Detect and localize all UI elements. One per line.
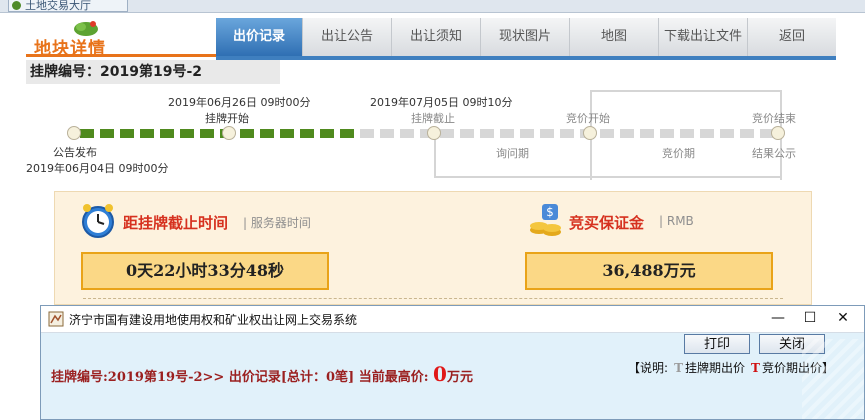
bid-end-label: 竞价结束 <box>752 112 796 125</box>
progress-segment <box>620 129 634 138</box>
progress-segment <box>500 129 514 138</box>
bid-start-label: 竞价开始 <box>566 112 610 125</box>
progress-segment <box>120 129 134 138</box>
inquiry-period-label: 询问期 <box>496 147 529 160</box>
progress-segment <box>180 129 194 138</box>
timeline: 2019年06月26日 09时00分 挂牌开始 2019年07月05日 09时1… <box>0 88 865 188</box>
window-title: 济宁市国有建设用地使用权和矿业权出让网上交易系统 <box>69 313 358 327</box>
listing-end-datetime: 2019年07月05日 09时10分 <box>370 96 513 109</box>
deposit-subtitle: | RMB <box>659 214 694 228</box>
progress-segment <box>460 129 474 138</box>
progress-segment <box>380 129 394 138</box>
progress-segment <box>260 129 274 138</box>
window-titlebar[interactable]: 济宁市国有建设用地使用权和矿业权出让网上交易系统 — ☐ ✕ <box>41 306 864 333</box>
milestone-announce <box>67 126 81 140</box>
progress-segment <box>80 129 94 138</box>
tab-back[interactable]: 返回 <box>748 18 836 56</box>
tab-download-files[interactable]: 下载出让文件 <box>659 18 748 56</box>
maximize-icon[interactable]: ☐ <box>799 308 821 328</box>
print-button[interactable]: 打印 <box>684 334 750 354</box>
bidding-period-label: 竞价期 <box>662 147 695 160</box>
progress-segment <box>320 129 334 138</box>
tab-transfer-announcement[interactable]: 出让公告 <box>303 18 392 56</box>
countdown-value: 0天22小时33分48秒 <box>81 252 329 290</box>
panel-divider <box>83 298 783 299</box>
listing-number: 挂牌编号：2019第19号-2 <box>26 60 280 84</box>
announce-datetime: 2019年06月04日 09时00分 <box>26 162 169 175</box>
progress-segment <box>480 129 494 138</box>
tab-map[interactable]: 地图 <box>570 18 659 56</box>
progress-segment <box>640 129 654 138</box>
bid-records-window: 济宁市国有建设用地使用权和矿业权出让网上交易系统 — ☐ ✕ 打印 关闭 挂牌编… <box>40 305 865 420</box>
progress-segment <box>360 129 374 138</box>
tab-transfer-notice[interactable]: 出让须知 <box>392 18 481 56</box>
milestone-listing-start <box>222 126 236 140</box>
listing-start-datetime: 2019年06月26日 09时00分 <box>168 96 311 109</box>
progress-segment <box>300 129 314 138</box>
browser-tab[interactable]: 土地交易大厅 <box>8 0 128 12</box>
progress-segment <box>100 129 114 138</box>
progress-segment <box>200 129 214 138</box>
minimize-icon[interactable]: — <box>767 308 789 328</box>
progress-segment <box>540 129 554 138</box>
bid-records-summary: 挂牌编号:2019第19号-2>> 出价记录[总计：0笔] 当前最高价: <box>51 370 434 385</box>
legend-listing-bid: 挂牌期出价 <box>685 361 746 375</box>
browser-tab-label: 土地交易大厅 <box>25 0 91 12</box>
window-app-icon <box>48 311 64 327</box>
progress-segment <box>280 129 294 138</box>
inquiry-bracket <box>434 134 782 178</box>
result-notice-label: 结果公示 <box>752 147 796 160</box>
progress-segment <box>680 129 694 138</box>
progress-segment <box>740 129 754 138</box>
listing-start-label: 挂牌开始 <box>205 112 249 125</box>
milestone-bid-end <box>771 126 785 140</box>
highest-price-value: 0 <box>433 362 447 386</box>
progress-segment <box>660 129 674 138</box>
progress-segment <box>520 129 534 138</box>
price-unit: 万元 <box>446 370 473 385</box>
progress-segment <box>160 129 174 138</box>
watermark <box>802 339 864 419</box>
svg-text:$: $ <box>546 205 554 219</box>
tab-site-photos[interactable]: 现状图片 <box>481 18 570 56</box>
progress-segment <box>720 129 734 138</box>
close-window-icon[interactable]: ✕ <box>832 308 854 328</box>
tab-bid-records[interactable]: 出价记录 <box>216 18 303 56</box>
deposit-title: 竞买保证金 <box>569 214 645 232</box>
countdown-subtitle: | 服务器时间 <box>243 216 311 230</box>
browser-tab-strip: 土地交易大厅 <box>0 0 865 13</box>
site-favicon-icon <box>12 1 21 10</box>
progress-segment <box>700 129 714 138</box>
money-coins-icon: $ <box>530 204 561 236</box>
announce-label: 公告发布 <box>53 146 97 159</box>
milestone-bid-start <box>583 126 597 140</box>
alarm-clock-icon <box>82 204 114 238</box>
title-underline <box>26 54 216 57</box>
listing-end-label: 挂牌截止 <box>411 112 455 125</box>
progress-segment <box>560 129 574 138</box>
progress-segment <box>440 129 454 138</box>
progress-segment <box>400 129 414 138</box>
milestone-listing-end <box>427 126 441 140</box>
progress-segment <box>340 129 354 138</box>
progress-segment <box>600 129 614 138</box>
countdown-title: 距挂牌截止时间 <box>123 214 229 232</box>
countdown-panel: 距挂牌截止时间 | 服务器时间 0天22小时33分48秒 $ 竞买保证金 | R… <box>54 191 812 305</box>
bidding-period-t-icon: T <box>751 361 760 375</box>
progress-segment <box>140 129 154 138</box>
listing-period-t-icon: T <box>674 361 684 375</box>
legend-open: 【说明: <box>628 361 669 375</box>
deposit-value: 36,488万元 <box>525 252 773 290</box>
detail-tabs: 出价记录 出让公告 出让须知 现状图片 地图 下载出让文件 返回 <box>216 18 836 60</box>
page-logo: 地块详情 <box>30 18 210 59</box>
progress-segment <box>240 129 254 138</box>
bid-records-headline: 挂牌编号:2019第19号-2>> 出价记录[总计：0笔] 当前最高价: 0万元 <box>51 362 473 386</box>
